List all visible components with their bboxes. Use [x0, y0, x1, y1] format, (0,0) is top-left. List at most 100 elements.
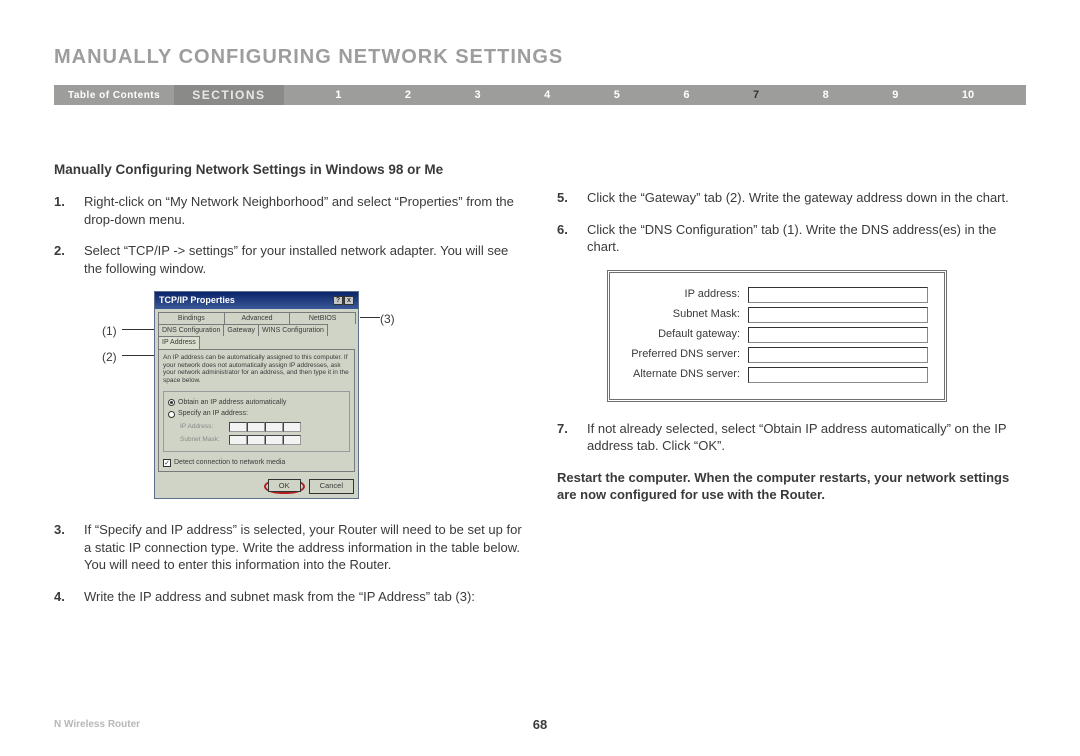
form-input-subnet[interactable] [748, 307, 928, 323]
tab-dns-configuration[interactable]: DNS Configuration [158, 324, 224, 336]
tab-ip-address[interactable]: IP Address [158, 336, 200, 348]
subnet-mask-label: Subnet Mask: [180, 436, 225, 445]
step-number: 7. [557, 420, 587, 455]
dialog-tabs-row1: Bindings Advanced NetBIOS [155, 309, 358, 324]
step-number: 5. [557, 189, 587, 207]
subnet-mask-row: Subnet Mask: [180, 435, 345, 445]
ip-settings-form: IP address: Subnet Mask: Default gateway… [607, 270, 947, 402]
callout-2: (2) [102, 349, 117, 365]
callout-1: (1) [102, 323, 117, 339]
left-column: Manually Configuring Network Settings in… [54, 161, 523, 619]
dialog-info-text: An IP address can be automatically assig… [163, 354, 350, 385]
nav-sections-label: SECTIONS [174, 85, 283, 105]
nav-section-10[interactable]: 10 [962, 89, 974, 101]
step-text: Write the IP address and subnet mask fro… [84, 588, 523, 606]
radio-obtain-auto[interactable]: Obtain an IP address automatically [168, 398, 345, 407]
dialog-titlebar: TCP/IP Properties ? x [155, 292, 358, 308]
radio-specify[interactable]: Specify an IP address: [168, 409, 345, 418]
radio-label: Obtain an IP address automatically [178, 398, 286, 407]
step-number: 6. [557, 221, 587, 256]
nav-section-8[interactable]: 8 [823, 89, 829, 101]
form-label: Subnet Mask: [618, 307, 748, 322]
cancel-button[interactable]: Cancel [309, 479, 354, 494]
subheading: Manually Configuring Network Settings in… [54, 161, 523, 179]
detect-checkbox-row[interactable]: ✓ Detect connection to network media [163, 458, 350, 467]
checkbox-label: Detect connection to network media [174, 458, 285, 467]
radio-icon [168, 399, 175, 406]
ok-button[interactable]: OK [268, 479, 301, 492]
form-row-gateway: Default gateway: [618, 327, 928, 343]
step-number: 4. [54, 588, 84, 606]
page-number: 68 [533, 717, 547, 732]
radio-label: Specify an IP address: [178, 409, 248, 418]
step-text: Click the “Gateway” tab (2). Write the g… [587, 189, 1026, 207]
tcpip-properties-dialog: TCP/IP Properties ? x Bindings Advanced … [154, 291, 359, 499]
tab-advanced[interactable]: Advanced [224, 312, 291, 324]
ip-address-label: IP Address: [180, 423, 225, 432]
form-label: Preferred DNS server: [618, 347, 748, 362]
step-4: 4. Write the IP address and subnet mask … [54, 588, 523, 606]
form-input-dns1[interactable] [748, 347, 928, 363]
dialog-tabs-row2: DNS Configuration Gateway WINS Configura… [155, 324, 358, 349]
ip-address-input[interactable] [229, 422, 301, 432]
restart-note: Restart the computer. When the computer … [557, 469, 1026, 504]
tab-bindings[interactable]: Bindings [158, 312, 225, 324]
product-name: N Wireless Router [54, 719, 140, 730]
nav-section-4[interactable]: 4 [544, 89, 550, 101]
dialog-buttons: OK Cancel [155, 475, 358, 498]
callout-3: (3) [380, 311, 395, 327]
nav-section-7[interactable]: 7 [753, 89, 759, 101]
step-2: 2. Select “TCP/IP -> settings” for your … [54, 242, 523, 277]
nav-section-5[interactable]: 5 [614, 89, 620, 101]
step-text: Right-click on “My Network Neighborhood”… [84, 193, 523, 228]
tcpip-dialog-illustration: (1) (2) (3) TCP/IP Properties ? x Bi [104, 291, 523, 499]
form-input-dns2[interactable] [748, 367, 928, 383]
form-row-dns2: Alternate DNS server: [618, 367, 928, 383]
checkbox-icon: ✓ [163, 459, 171, 467]
tab-gateway[interactable]: Gateway [223, 324, 259, 336]
form-label: IP address: [618, 287, 748, 302]
nav-section-9[interactable]: 9 [892, 89, 898, 101]
leader-line [360, 317, 380, 318]
form-input-ip[interactable] [748, 287, 928, 303]
nav-toc-link[interactable]: Table of Contents [54, 90, 174, 101]
form-row-ip: IP address: [618, 287, 928, 303]
step-text: If not already selected, select “Obtain … [587, 420, 1026, 455]
nav-section-2[interactable]: 2 [405, 89, 411, 101]
ip-radio-group: Obtain an IP address automatically Speci… [163, 391, 350, 452]
step-1: 1. Right-click on “My Network Neighborho… [54, 193, 523, 228]
close-icon[interactable]: x [344, 296, 354, 305]
ok-highlight-ring: OK [264, 479, 305, 494]
tab-netbios[interactable]: NetBIOS [289, 312, 356, 324]
step-7: 7. If not already selected, select “Obta… [557, 420, 1026, 455]
page-footer: N Wireless Router 68 [54, 719, 1026, 730]
step-text: If “Specify and IP address” is selected,… [84, 521, 523, 574]
section-navbar: Table of Contents SECTIONS 1 2 3 4 5 6 7… [54, 85, 1026, 105]
nav-section-3[interactable]: 3 [475, 89, 481, 101]
form-label: Default gateway: [618, 327, 748, 342]
step-number: 2. [54, 242, 84, 277]
tab-wins-configuration[interactable]: WINS Configuration [258, 324, 328, 336]
help-icon[interactable]: ? [333, 296, 343, 305]
step-6: 6. Click the “DNS Configuration” tab (1)… [557, 221, 1026, 256]
nav-section-numbers: 1 2 3 4 5 6 7 8 9 10 [284, 89, 1026, 101]
nav-section-6[interactable]: 6 [683, 89, 689, 101]
step-number: 1. [54, 193, 84, 228]
radio-icon [168, 411, 175, 418]
form-row-dns1: Preferred DNS server: [618, 347, 928, 363]
form-label: Alternate DNS server: [618, 367, 748, 382]
right-column: 5. Click the “Gateway” tab (2). Write th… [557, 161, 1026, 619]
nav-section-1[interactable]: 1 [335, 89, 341, 101]
ip-address-row: IP Address: [180, 422, 345, 432]
step-text: Select “TCP/IP -> settings” for your ins… [84, 242, 523, 277]
dialog-body: An IP address can be automatically assig… [158, 349, 355, 473]
page-title: MANUALLY CONFIGURING NETWORK SETTINGS [54, 46, 1026, 69]
step-number: 3. [54, 521, 84, 574]
form-row-subnet: Subnet Mask: [618, 307, 928, 323]
form-input-gateway[interactable] [748, 327, 928, 343]
step-3: 3. If “Specify and IP address” is select… [54, 521, 523, 574]
dialog-title-text: TCP/IP Properties [159, 294, 235, 306]
subnet-mask-input[interactable] [229, 435, 301, 445]
step-5: 5. Click the “Gateway” tab (2). Write th… [557, 189, 1026, 207]
step-text: Click the “DNS Configuration” tab (1). W… [587, 221, 1026, 256]
